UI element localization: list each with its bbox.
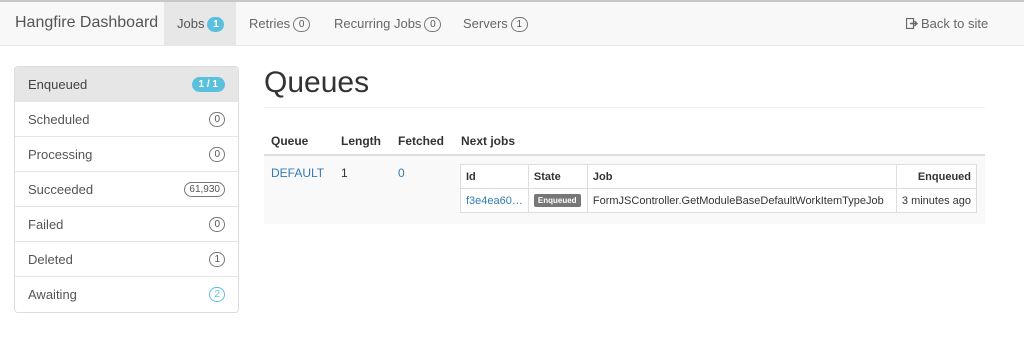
sidebar-item-count: 1 / 1 [191,77,225,92]
sign-out-icon [905,3,918,30]
sidebar-item-label: Enqueued [28,77,88,92]
sidebar-item-enqueued[interactable]: Enqueued 1 / 1 [15,67,238,102]
job-id-cell: f3e4ea60… [460,188,529,213]
sidebar-item-count: 0 [209,147,225,162]
sidebar-item-deleted[interactable]: Deleted 1 [15,242,238,277]
column-header-next-jobs: Next jobs [461,134,516,148]
column-header-fetched: Fetched [398,134,445,148]
state-badge: Enqueued [533,194,581,207]
nav-servers-label: Servers [463,16,508,31]
column-header-enqueued: Enqueued [895,164,978,189]
table-row: f3e4ea60… Enqueued FormJSController.GetM… [460,188,978,213]
back-to-site-label: Back to site [921,16,989,31]
queues-table-header: Queue Length Fetched Next jobs [264,128,985,156]
column-header-id: Id [460,164,529,189]
nav-retries-label: Retries [249,16,291,31]
nav-servers-count: 1 [510,17,528,32]
nav-recurring-jobs-label: Recurring Jobs [334,16,422,31]
top-navbar: Hangfire Dashboard Jobs 1 Retries 0 Recurr… [0,0,1024,46]
job-id-link[interactable]: f3e4ea60… [466,195,523,207]
column-header-queue: Queue [271,134,309,148]
sidebar-item-scheduled[interactable]: Scheduled 0 [15,102,238,137]
next-jobs-table: Id State Job Enqueued f3e4ea60… Enqueued… [460,164,978,213]
sidebar-item-label: Processing [28,147,93,162]
job-name: FormJSController.GetModuleBaseDefaultWor… [586,188,897,213]
sidebar-item-processing[interactable]: Processing 0 [15,137,238,172]
sidebar-item-count: 2 [209,287,225,302]
nav-recurring-jobs-count: 0 [424,17,442,32]
sidebar: Enqueued 1 / 1 Scheduled 0 Processing 0 … [14,66,239,313]
queue-link[interactable]: DEFAULT [271,166,324,180]
sidebar-item-label: Succeeded [28,182,94,197]
queue-fetched-link[interactable]: 0 [398,166,405,180]
column-header-length: Length [341,134,381,148]
column-header-state: State [527,164,588,189]
sidebar-item-count: 1 [209,252,225,267]
page-title: Queues [264,66,370,99]
column-header-job: Job [586,164,897,189]
table-row: DEFAULT 1 0 Id State Job Enqueued f3e4ea… [264,156,985,224]
sidebar-item-failed[interactable]: Failed 0 [15,207,238,242]
sidebar-item-label: Deleted [28,252,73,267]
sidebar-item-label: Failed [28,217,64,232]
sidebar-item-count: 0 [209,112,225,127]
sidebar-item-count: 61,930 [184,182,225,197]
next-jobs-header-row: Id State Job Enqueued [460,164,978,189]
queues-table: Queue Length Fetched Next jobs DEFAULT 1… [264,128,985,224]
sidebar-item-label: Awaiting [28,287,77,302]
sidebar-item-succeeded[interactable]: Succeeded 61,930 [15,172,238,207]
nav-jobs[interactable]: Jobs 1 [164,2,236,46]
back-to-site-link[interactable]: Back to site [905,2,989,46]
nav-servers[interactable]: Servers 1 [463,2,528,46]
nav-retries-count: 0 [293,17,311,32]
job-state-cell: Enqueued [527,188,588,213]
brand-title[interactable]: Hangfire Dashboard [15,14,158,32]
sidebar-item-awaiting[interactable]: Awaiting 2 [15,277,238,312]
nav-jobs-label: Jobs [177,16,205,31]
nav-retries[interactable]: Retries 0 [249,2,311,46]
title-divider [264,107,985,108]
queue-length: 1 [341,166,348,180]
sidebar-item-label: Scheduled [28,112,90,127]
nav-recurring-jobs[interactable]: Recurring Jobs 0 [334,2,442,46]
nav-jobs-count: 1 [207,17,225,32]
sidebar-item-count: 0 [209,217,225,232]
job-enqueued-time: 3 minutes ago [895,188,978,213]
